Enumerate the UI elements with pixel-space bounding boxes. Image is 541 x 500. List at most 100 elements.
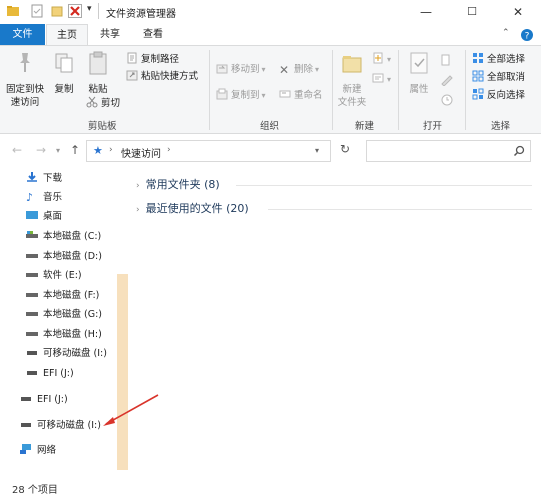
address-dropdown-icon[interactable]: ▾ [315,146,319,155]
copy-path-icon [127,52,137,64]
tab-view[interactable]: 查看 [132,24,174,45]
easy-access-button[interactable]: ▾ [372,72,391,88]
cut-label: 剪切 [101,98,121,109]
up-arrow-icon[interactable]: ↑ [70,143,80,157]
group-separator [398,50,399,130]
tab-file[interactable]: 文件 [0,24,45,45]
new-folder-label-1: 新建 [342,84,362,95]
drive-icon [21,397,31,401]
copy-button[interactable]: 复制 [50,50,78,96]
group-header-recent-files[interactable]: › 最近使用的文件 (20) [136,200,249,218]
nav-item-drive-c[interactable]: 本地磁盘 (C:) [26,228,101,246]
ribbon: 固定到快 速访问 复制 粘贴 复制路径 粘贴快捷方式 剪切 剪贴板 移动到 ▾ 复… [0,45,541,134]
group-header-frequent-folders[interactable]: › 常用文件夹 (8) [136,176,220,194]
history-icon[interactable] [440,94,454,106]
copy-path-button[interactable]: 复制路径 [126,52,179,68]
new-folder-button[interactable]: 新建 文件夹 [336,50,368,109]
close-red-icon[interactable] [68,4,82,18]
group-divider [268,209,532,210]
new-item-icon [373,52,383,64]
new-item-button[interactable]: ▾ [372,52,391,68]
usb-drive-icon [21,423,31,427]
new-item-dropdown-icon: ▾ [387,55,392,64]
customize-qat-icon[interactable]: ▾ [87,4,92,14]
select-all-button[interactable]: 全部选择 [472,52,525,68]
maximize-button[interactable]: ☐ [449,0,495,24]
properties-button[interactable]: 属性 [404,50,434,96]
nav-label: 可移动磁盘 (I:) [43,348,107,359]
new-folder-icon[interactable] [50,4,64,18]
invert-selection-button[interactable]: 反向选择 [472,88,525,104]
select-all-label: 全部选择 [487,54,526,65]
breadcrumb-chevron-icon[interactable]: › [167,145,171,155]
status-bar: 28 个项目 [0,482,541,500]
nav-item-music[interactable]: ♪ 音乐 [26,189,62,207]
cut-button[interactable]: 剪切 [86,96,120,112]
address-row: ← → ▾ ↑ ★ › 快速访问 › ▾ ↻ [0,135,541,167]
new-folder-label-2: 文件夹 [337,97,367,108]
address-path[interactable]: 快速访问 [121,145,161,160]
rename-button[interactable]: 重命名 [279,88,323,104]
nav-item-drive-f[interactable]: 本地磁盘 (F:) [26,287,99,305]
invert-selection-label: 反向选择 [487,90,526,101]
nav-label: 本地磁盘 (G:) [43,309,102,320]
nav-item-network[interactable]: 网络 [20,442,56,460]
nav-item-drive-d[interactable]: 本地磁盘 (D:) [26,248,102,266]
delete-dropdown-icon: ▾ [315,65,320,74]
tab-share[interactable]: 共享 [88,24,132,45]
properties-label: 属性 [409,84,429,95]
tab-home[interactable]: 主页 [46,24,88,45]
nav-item-efi-j[interactable]: EFI (J:) [26,365,74,383]
music-icon: ♪ [26,191,34,204]
close-button[interactable]: ✕ [495,0,541,24]
refresh-icon[interactable]: ↻ [340,142,350,156]
download-icon [27,172,37,182]
paste-button[interactable]: 粘贴 [84,50,112,96]
open-icon[interactable] [440,54,454,66]
nav-label: 下载 [43,173,63,184]
nav-item-drive-h[interactable]: 本地磁盘 (H:) [26,326,102,344]
paste-shortcut-button[interactable]: 粘贴快捷方式 [126,69,198,85]
nav-item-efi-j-root[interactable]: EFI (J:) [20,391,68,409]
select-none-button[interactable]: 全部取消 [472,70,525,86]
nav-label: 网络 [37,445,57,456]
properties-icon[interactable] [30,4,44,18]
nav-label: 音乐 [43,192,63,203]
chevron-right-icon: › [136,181,140,191]
organize-group-label: 组织 [260,121,280,132]
easy-access-icon [372,73,384,83]
pin-label-1: 固定到快 [5,84,44,95]
folder-icon[interactable] [6,4,20,18]
expand-ribbon-icon[interactable]: ⌃ [502,28,510,38]
forward-arrow-icon[interactable]: → [36,143,46,157]
nav-item-downloads[interactable]: 下载 [26,170,62,188]
nav-label: 本地磁盘 (H:) [43,329,102,340]
nav-label: 本地磁盘 (C:) [43,231,102,242]
group-label: 最近使用的文件 (20) [145,202,249,215]
pin-quick-access-button[interactable]: 固定到快 速访问 [4,50,46,109]
copy-path-label: 复制路径 [141,54,180,65]
delete-button[interactable]: ✕ 删除 ▾ [279,62,319,78]
nav-item-removable-i-root[interactable]: 可移动磁盘 (I:) [20,417,101,435]
breadcrumb-chevron-icon[interactable]: › [109,145,113,155]
edit-icon[interactable] [440,74,454,86]
search-input[interactable] [366,140,531,162]
move-to-label: 移动到 [231,64,260,75]
minimize-button[interactable]: — [403,0,449,24]
copy-to-label: 复制到 [231,90,260,101]
move-to-button[interactable]: 移动到 ▾ [216,62,266,78]
help-icon[interactable]: ? [520,28,534,42]
item-count: 28 个项目 [12,485,58,496]
nav-scrollbar[interactable] [117,274,128,470]
nav-item-desktop[interactable]: 桌面 [26,208,62,226]
annotation-arrow [103,394,159,426]
copy-to-button[interactable]: 复制到 ▾ [216,88,266,104]
pin-label-2: 速访问 [10,97,40,108]
recent-locations-icon[interactable]: ▾ [56,146,60,155]
nav-item-removable-i[interactable]: 可移动磁盘 (I:) [26,345,107,363]
address-bar[interactable]: ★ › 快速访问 › ▾ [86,140,331,162]
back-arrow-icon[interactable]: ← [12,143,22,157]
nav-item-drive-e[interactable]: 软件 (E:) [26,267,82,285]
select-none-label: 全部取消 [487,72,526,83]
nav-item-drive-g[interactable]: 本地磁盘 (G:) [26,306,102,324]
